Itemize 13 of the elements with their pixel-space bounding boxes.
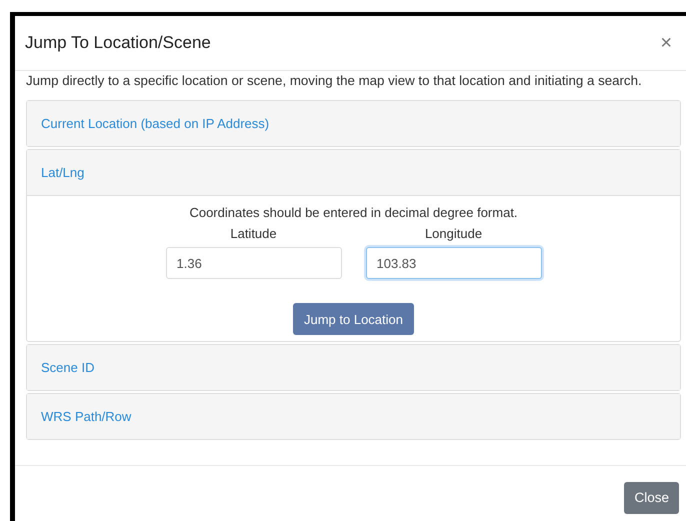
accordion-header[interactable]: Scene ID	[27, 345, 680, 390]
accordion-header[interactable]: Lat/Lng	[27, 150, 680, 196]
close-button[interactable]: Close	[624, 482, 679, 514]
description-text: Jump directly to a specific location or scene, moving the map view to that location and initiating a search.	[26, 73, 643, 88]
jump-button[interactable]: Jump to Location	[292, 303, 414, 335]
format-hint: Coordinates should be entered in decimal degree format.	[189, 205, 518, 220]
accordion-header[interactable]: Current Location (based on IP Address)	[27, 101, 680, 146]
field-label: Latitude	[230, 226, 277, 241]
dialog-title: Jump To Location/Scene	[25, 33, 211, 53]
accordion-header[interactable]: WRS Path/Row	[27, 394, 680, 439]
input-field[interactable]: 103.83	[366, 247, 542, 279]
input-field[interactable]: 1.36	[166, 247, 342, 279]
field-label: Longitude	[424, 226, 482, 241]
